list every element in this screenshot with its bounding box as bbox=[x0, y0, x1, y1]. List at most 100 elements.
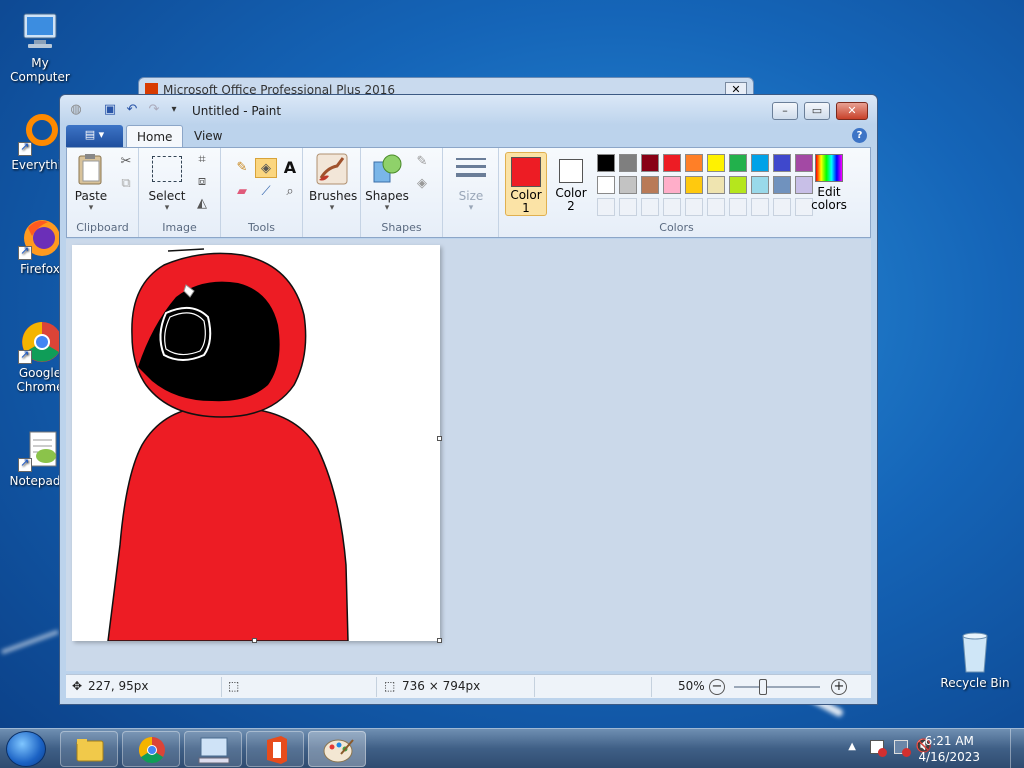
line-size-icon bbox=[454, 152, 488, 186]
resize-icon[interactable]: ⧈ bbox=[191, 172, 213, 192]
color-swatch[interactable] bbox=[663, 176, 681, 194]
custom-color-slot[interactable] bbox=[729, 198, 747, 216]
tab-home[interactable]: Home bbox=[126, 125, 184, 148]
color-swatch[interactable] bbox=[685, 154, 703, 172]
drawing-squid-game-guard bbox=[107, 248, 349, 642]
color-swatch[interactable] bbox=[597, 176, 615, 194]
minimize-button[interactable]: – bbox=[772, 102, 798, 120]
color-swatch[interactable] bbox=[729, 154, 747, 172]
shapes-button[interactable]: Shapes ▾ bbox=[365, 152, 409, 213]
taskbar-remote-desktop[interactable] bbox=[184, 731, 242, 767]
dropdown-arrow-icon: ▾ bbox=[88, 203, 94, 213]
undo-icon[interactable]: ↶ bbox=[124, 102, 140, 118]
show-desktop-button[interactable] bbox=[1010, 729, 1024, 768]
select-button[interactable]: Select ▾ bbox=[145, 152, 189, 213]
tab-view[interactable]: View bbox=[184, 125, 232, 148]
color-swatch[interactable] bbox=[773, 176, 791, 194]
color-swatch[interactable] bbox=[751, 176, 769, 194]
color-swatch[interactable] bbox=[707, 176, 725, 194]
desktop-icon-label: My Computer bbox=[10, 56, 70, 84]
desktop-icon-recycle-bin[interactable]: Recycle Bin bbox=[935, 630, 1015, 690]
desktop-icon-label: Recycle Bin bbox=[940, 676, 1010, 690]
chrome-icon bbox=[138, 736, 165, 764]
canvas-workspace[interactable] bbox=[66, 239, 871, 671]
close-button[interactable]: ✕ bbox=[836, 102, 868, 120]
color-swatch[interactable] bbox=[773, 154, 791, 172]
paint-app-icon[interactable]: ◍ bbox=[68, 102, 84, 118]
customize-quick-access-icon[interactable]: ▾ bbox=[166, 102, 182, 118]
file-menu-button[interactable]: ▤ ▾ bbox=[66, 125, 123, 147]
color-swatch[interactable] bbox=[707, 154, 725, 172]
outline-icon[interactable]: ✎ bbox=[411, 152, 433, 172]
fill-bucket-icon[interactable]: ◈ bbox=[255, 158, 277, 178]
color-picker-icon[interactable]: ⟋ bbox=[255, 182, 277, 202]
color1-button[interactable]: Color 1 bbox=[505, 152, 547, 216]
color-swatch[interactable] bbox=[729, 176, 747, 194]
dropdown-arrow-icon: ▾ bbox=[164, 203, 170, 213]
eraser-icon[interactable]: ▰ bbox=[231, 182, 253, 202]
custom-color-slot[interactable] bbox=[685, 198, 703, 216]
canvas-resize-handle-bottom[interactable] bbox=[252, 638, 257, 643]
paint-palette-icon bbox=[323, 739, 354, 763]
text-tool-icon[interactable]: A bbox=[279, 158, 301, 178]
copy-icon[interactable]: ⧉ bbox=[115, 174, 137, 194]
show-hidden-icons-chevron-icon[interactable]: ▲ bbox=[848, 741, 856, 752]
clipboard-icon bbox=[74, 152, 108, 186]
zoom-slider-thumb[interactable] bbox=[758, 679, 767, 695]
crop-icon[interactable]: ⌗ bbox=[191, 150, 213, 170]
pencil-icon[interactable]: ✎ bbox=[231, 158, 253, 178]
color2-button[interactable]: Color 2 bbox=[551, 152, 591, 216]
canvas-resize-handle-right[interactable] bbox=[437, 436, 442, 441]
custom-color-slot[interactable] bbox=[751, 198, 769, 216]
custom-color-slot[interactable] bbox=[773, 198, 791, 216]
drawing-canvas[interactable] bbox=[72, 245, 440, 642]
custom-color-slot[interactable] bbox=[597, 198, 615, 216]
color-swatch[interactable] bbox=[619, 154, 637, 172]
color-swatch[interactable] bbox=[751, 154, 769, 172]
color-swatch[interactable] bbox=[641, 176, 659, 194]
taskbar-paint[interactable] bbox=[308, 731, 366, 767]
size-button[interactable]: Size ▾ bbox=[451, 152, 491, 213]
redo-icon[interactable]: ↷ bbox=[146, 102, 162, 118]
title-bar[interactable]: ◍ ▣ ↶ ↷ ▾ Untitled - Paint – ▭ ✕ bbox=[60, 95, 877, 125]
brushes-group: Brushes ▾ bbox=[303, 148, 361, 237]
canvas-resize-handle-corner[interactable] bbox=[437, 638, 442, 643]
zoom-out-button[interactable]: − bbox=[709, 679, 725, 695]
custom-color-slot[interactable] bbox=[641, 198, 659, 216]
color-swatch[interactable] bbox=[641, 154, 659, 172]
edit-colors-button[interactable]: Edit colors bbox=[807, 152, 851, 212]
network-icon[interactable] bbox=[894, 740, 911, 757]
custom-color-slot[interactable] bbox=[707, 198, 725, 216]
rotate-icon[interactable]: ◭ bbox=[191, 194, 213, 214]
color-swatch[interactable] bbox=[597, 154, 615, 172]
help-icon[interactable]: ? bbox=[852, 128, 867, 143]
cut-icon[interactable]: ✂ bbox=[115, 152, 137, 172]
custom-color-slot[interactable] bbox=[663, 198, 681, 216]
magnifier-icon[interactable]: ⌕ bbox=[279, 182, 301, 202]
paste-button[interactable]: Paste ▾ bbox=[71, 152, 111, 213]
taskbar-office[interactable] bbox=[246, 731, 304, 767]
start-button[interactable] bbox=[6, 731, 46, 767]
clock[interactable]: 6:21 AM 4/16/2023 bbox=[918, 733, 980, 765]
fill-icon[interactable]: ◈ bbox=[411, 174, 433, 194]
color-swatch[interactable] bbox=[663, 154, 681, 172]
firefox-icon bbox=[18, 216, 62, 260]
color2-swatch bbox=[559, 159, 583, 183]
colors-group: Color 1 Color 2 Edit colors Colors bbox=[499, 148, 854, 237]
save-icon[interactable]: ▣ bbox=[102, 102, 118, 118]
brushes-button[interactable]: Brushes ▾ bbox=[309, 152, 357, 213]
desktop-icon-my-computer[interactable]: My Computer bbox=[0, 10, 80, 84]
taskbar-explorer[interactable] bbox=[60, 731, 118, 767]
group-label: Colors bbox=[659, 221, 694, 234]
color-swatch[interactable] bbox=[619, 176, 637, 194]
custom-color-slot[interactable] bbox=[619, 198, 637, 216]
status-divider bbox=[651, 677, 652, 697]
color-swatch[interactable] bbox=[685, 176, 703, 194]
action-center-flag-icon[interactable] bbox=[870, 740, 887, 757]
zoom-slider-track[interactable] bbox=[734, 686, 820, 688]
zoom-in-button[interactable]: + bbox=[831, 679, 847, 695]
image-size-icon: ⬚ bbox=[384, 679, 396, 693]
taskbar-chrome[interactable] bbox=[122, 731, 180, 767]
selection-size-icon: ⬚ bbox=[228, 679, 240, 693]
maximize-button[interactable]: ▭ bbox=[804, 102, 830, 120]
